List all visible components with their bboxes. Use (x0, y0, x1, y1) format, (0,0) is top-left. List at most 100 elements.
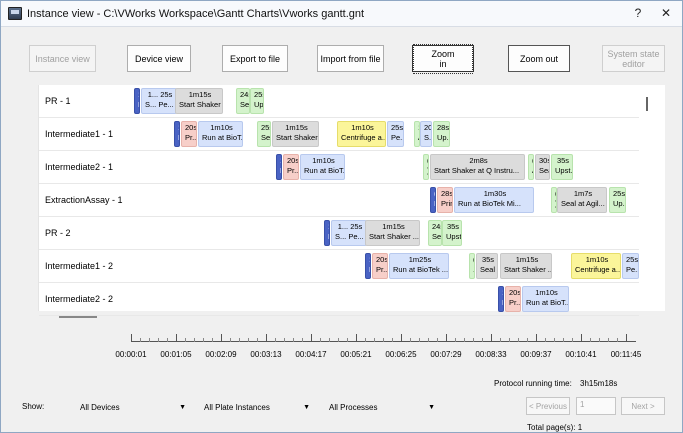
window-title: Instance view - C:\VWorks Workspace\Gant… (27, 8, 365, 20)
gantt-task-bar[interactable]: 1m10s Centrifuge a... (571, 253, 621, 279)
timeline-tick-label: 00:05:21 (340, 350, 372, 359)
task-name: Run at BioTek ... (393, 265, 449, 274)
gantt-task-bar[interactable]: 20sPr... (181, 121, 197, 147)
page-number-input[interactable]: 1 (576, 397, 616, 415)
gantt-task-bar[interactable]: 1m15sStart Shaker ... (500, 253, 552, 279)
gantt-task-bar[interactable]: (...... (469, 253, 475, 279)
next-page-button[interactable]: Next > (621, 397, 665, 415)
task-duration: 1m10s (585, 255, 609, 264)
gantt-task-bar[interactable]: 28sPrin... (437, 187, 453, 213)
timeline-major-tick (446, 334, 447, 342)
vertical-scrollbar[interactable] (646, 97, 648, 111)
device-view-button[interactable]: Device view (127, 45, 191, 72)
system-state-editor-button[interactable]: System state editor (602, 45, 665, 72)
gantt-task-bar[interactable]: 1m15sStart Shaker ... (365, 220, 420, 246)
close-button[interactable]: ✕ (657, 6, 675, 20)
gantt-task-bar[interactable]: 1m15sStart Shaker ... (175, 88, 223, 114)
gantt-task-bar[interactable]: 35sUpst... (442, 220, 462, 246)
gantt-task-bar[interactable]: 25sUp... (250, 88, 264, 114)
task-duration: 1m10s (312, 156, 335, 165)
gantt-task-bar[interactable]: 1m10s Run at BioT... (300, 154, 345, 180)
gantt-row: Intermediate1 - 21...D...20sPr...1m25sRu… (39, 250, 639, 283)
import-from-file-button[interactable]: Import from file (317, 45, 384, 72)
gantt-row: Intermediate1 - 1 1...D...20sPr...1m10sRu… (39, 118, 639, 151)
gantt-row-label: PR - 2 (45, 228, 71, 238)
timeline-minor-tick (383, 338, 384, 342)
gantt-task-bar[interactable]: 25sPe... (387, 121, 404, 147)
gantt-task-bar[interactable]: 20sPr... (505, 286, 521, 312)
gantt-task-bar[interactable]: 1...D... (276, 154, 282, 180)
previous-page-button[interactable]: < Previous (526, 397, 570, 415)
zoom-out-button[interactable]: Zoom out (508, 45, 570, 72)
timeline-minor-tick (410, 338, 411, 342)
gantt-task-bar[interactable]: 1... 25s S... Pe... (331, 220, 367, 246)
task-duration: 1m10s (535, 288, 558, 297)
horizontal-scrollbar[interactable] (59, 316, 97, 318)
gantt-task-bar[interactable]: (...A... (528, 154, 534, 180)
timeline-minor-tick (500, 338, 501, 342)
gantt-task-bar[interactable]: 25sPe... (622, 253, 639, 279)
gantt-task-bar[interactable]: 20sPr... (372, 253, 388, 279)
timeline-minor-tick (473, 338, 474, 342)
timeline-tick-label: 00:07:29 (430, 350, 462, 359)
gantt-task-bar[interactable]: 1m7s Seal at Agil... (557, 187, 607, 213)
timeline-major-tick (311, 334, 312, 342)
gantt-row-label: Intermediate1 - 2 (45, 261, 114, 271)
timeline-major-tick (401, 334, 402, 342)
gantt-task-bar[interactable]: 20sPr... (283, 154, 299, 180)
task-duration: 1m7s (573, 189, 593, 198)
gantt-task-bar[interactable]: 30sSea... (535, 154, 550, 180)
gantt-task-bar[interactable]: 1...D... (365, 253, 371, 279)
gantt-task-bar[interactable]: 1m25s Run at BioTek ... (389, 253, 449, 279)
process-filter-select[interactable]: All Processes ▼ (326, 399, 438, 415)
timeline-minor-tick (509, 338, 510, 342)
task-name: Pe... (391, 133, 403, 142)
gantt-task-bar[interactable]: 1m30s Run at BioTek Mi... (454, 187, 534, 213)
export-to-file-button[interactable]: Export to file (222, 45, 288, 72)
gantt-task-bar[interactable]: 1...D... (134, 88, 140, 114)
gantt-task-bar[interactable]: 20sS... (420, 121, 432, 147)
task-duration: 2m8s (469, 156, 488, 165)
task-duration: 20s (376, 255, 388, 264)
task-duration: 1m25s (408, 255, 432, 264)
help-button[interactable]: ? (629, 6, 647, 20)
timeline-tick-label: 00:00:01 (115, 350, 147, 359)
gantt-task-bar[interactable]: 1m10s Centrifuge a... (337, 121, 386, 147)
gantt-task-bar[interactable]: 35sSeal ... (476, 253, 498, 279)
task-duration: 1... 25s (337, 222, 363, 231)
task-duration: 20s (185, 123, 197, 132)
gantt-task-bar[interactable]: (...)... (423, 154, 429, 180)
gantt-task-bar[interactable]: 1... 25s S... Pe... (141, 88, 177, 114)
plate-filter-select[interactable]: All Plate Instances ▼ (201, 399, 313, 415)
task-name: Pr... (509, 298, 521, 307)
gantt-task-bar[interactable]: 35sUpst... (551, 154, 573, 180)
gantt-task-bar[interactable]: 28sUp... (433, 121, 450, 147)
gantt-task-bar[interactable]: 1...D... (174, 121, 180, 147)
gantt-task-bar[interactable]: 1...D... (498, 286, 504, 312)
timeline-tick-label: 00:04:17 (295, 350, 327, 359)
task-name: Run at BioT... (526, 298, 569, 307)
timeline-major-tick (176, 334, 177, 342)
gantt-task-bar[interactable]: 24sSe... (428, 220, 442, 246)
timeline-tick-label: 00:01:05 (160, 350, 192, 359)
gantt-task-bar[interactable]: 1...D... (324, 220, 330, 246)
gantt-task-bar[interactable]: 1m15sStart Shaker ... (272, 121, 319, 147)
instance-view-button[interactable]: Instance view (29, 45, 96, 72)
task-duration: 20s (424, 123, 432, 132)
gantt-task-bar[interactable]: 1m10s Run at BioT... (522, 286, 569, 312)
task-name: Se... (432, 232, 442, 241)
gantt-task-bar[interactable]: (...D... (430, 187, 436, 213)
gantt-row-label: Intermediate2 - 1 (45, 162, 114, 172)
gantt-task-bar[interactable]: 25sSe... (257, 121, 271, 147)
task-duration: 25s (254, 90, 263, 99)
gantt-task-bar[interactable]: 24sSe... (236, 88, 250, 114)
gantt-task-bar[interactable]: 2m8s Start Shaker at Q Instru... (430, 154, 525, 180)
gantt-task-bar[interactable]: 25sUp... (609, 187, 626, 213)
gantt-task-bar[interactable]: 1m10s Run at BioT... (198, 121, 243, 147)
device-filter-select[interactable]: All Devices ▼ (77, 399, 189, 415)
timeline-minor-tick (203, 338, 204, 342)
gantt-row-label: Intermediate1 - 1 (45, 129, 114, 139)
task-name: Se... (261, 133, 271, 142)
zoom-in-button[interactable]: Zoom in (412, 43, 474, 74)
timeline-minor-tick (257, 338, 258, 342)
